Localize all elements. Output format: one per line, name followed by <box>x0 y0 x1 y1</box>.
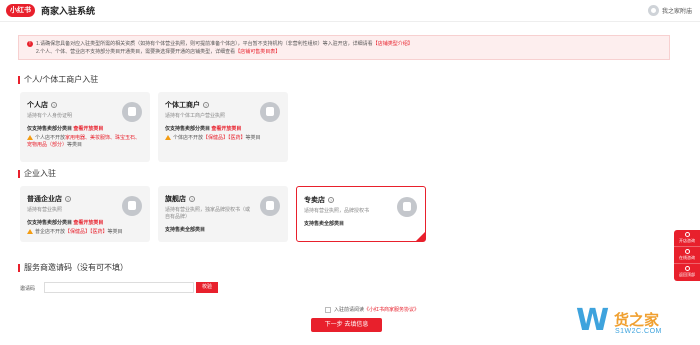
user-menu[interactable]: 我之家附庙 <box>647 5 692 16</box>
category-table-link[interactable]: 【店铺可售类目表】 <box>235 49 280 55</box>
warning-icon <box>27 135 33 141</box>
person-icon <box>260 102 280 122</box>
invite-code-input[interactable] <box>44 282 194 293</box>
sidebar-item-back-top[interactable]: 返回顶部 <box>674 264 700 281</box>
top-icon <box>684 266 690 271</box>
section-enterprise-title: 企业入驻 <box>18 168 56 179</box>
app-title: 商家入驻系统 <box>41 6 96 16</box>
sidebar-item-online-consult[interactable]: 在线咨询 <box>674 247 700 264</box>
notice-banner: ! 1.请确保您具备对应入驻类型所需的相关资质（如持有个体营业执照，则可提前准备个… <box>18 35 670 60</box>
building-icon <box>122 196 142 216</box>
support-icon <box>684 249 690 254</box>
card-regular-enterprise[interactable]: 普通企业店? 适持有营业执照 仅支持售卖部分类目 查看开放类目 普企店不开放【保… <box>20 186 150 242</box>
card-title: 个人店 <box>27 102 48 109</box>
app-logo[interactable]: 小红书 <box>6 4 35 17</box>
card-title: 普通企业店 <box>27 196 62 203</box>
verify-button[interactable]: 校验 <box>196 282 218 293</box>
warning-icon <box>165 135 171 141</box>
warning-icon <box>27 229 33 235</box>
open-categories-link[interactable]: 查看开放类目 <box>73 220 103 226</box>
person-icon <box>122 102 142 122</box>
user-label[interactable]: 我之家附庙 <box>662 6 692 15</box>
store-type-link[interactable]: 【店铺类型介绍】 <box>373 41 413 47</box>
top-bar: 小红书 商家入驻系统 我之家附庙 <box>0 0 700 22</box>
help-icon[interactable]: ? <box>51 102 57 108</box>
info-icon: ! <box>27 40 33 47</box>
card-note: 支持售卖全部类目 <box>304 221 345 227</box>
notice-line-2: 2.个人、个体、营业店不支持部分类目开通类目，需要换选择要开通的店铺类型，详细查… <box>36 49 281 55</box>
help-icon[interactable]: ? <box>328 197 334 203</box>
agreement-link[interactable]: 《小红书商家服务协议》 <box>364 306 419 313</box>
section-marker <box>18 263 20 272</box>
building-icon <box>260 196 280 216</box>
card-title: 专卖店 <box>304 197 325 204</box>
agreement-row: 入驻前请阅读 《小红书商家服务协议》 <box>325 306 419 313</box>
next-step-button[interactable]: 下一步 去填信息 <box>311 318 382 332</box>
section-marker <box>18 169 20 178</box>
section-marker <box>18 75 20 84</box>
card-flagship-store[interactable]: 旗舰店? 适持有营业执照，独家品牌授权书（或自有品牌） 支持售卖全部类目 <box>158 186 288 242</box>
building-icon <box>397 197 417 217</box>
floating-sidebar: 开店咨询 在线咨询 返回顶部 <box>674 230 700 281</box>
notice-line-1: ! 1.请确保您具备对应入驻类型所需的相关资质（如持有个体营业执照，则可提前准备个… <box>27 40 661 48</box>
help-icon[interactable]: ? <box>203 102 209 108</box>
section-personal-title: 个人/个体工商户入驻 <box>18 74 98 85</box>
invite-code-label: 邀请码 <box>20 286 36 292</box>
help-icon[interactable]: ? <box>189 196 195 202</box>
watermark-logo: W 货之家 S1W2C.COM <box>576 303 662 338</box>
open-categories-link[interactable]: 查看开放类目 <box>211 126 241 132</box>
selected-corner-icon <box>416 232 425 241</box>
card-title: 个体工商户 <box>165 102 200 109</box>
agreement-checkbox[interactable] <box>325 306 331 313</box>
help-icon[interactable]: ? <box>65 196 71 202</box>
sidebar-item-open-consult[interactable]: 开店咨询 <box>674 230 700 247</box>
card-desc: 适持有营业执照，独家品牌授权书（或自有品牌） <box>165 207 251 220</box>
card-personal-store[interactable]: 个人店? 适持有个人身份证明 仅支持售卖部分类目 查看开放类目 个人店不开放家用… <box>20 92 150 162</box>
card-individual-business[interactable]: 个体工商户? 适持有个体工商户营业执照 仅支持售卖部分类目 查看开放类目 个体店… <box>158 92 288 162</box>
section-invite-title: 服务商邀请码（没有可不填） <box>18 262 128 273</box>
avatar[interactable] <box>647 5 659 16</box>
card-note: 支持售卖全部类目 <box>165 227 206 233</box>
card-title: 旗舰店 <box>165 196 186 203</box>
card-specialty-store[interactable]: 专卖店? 适持有营业执照，品牌授权书 支持售卖全部类目 <box>296 186 426 242</box>
chat-icon <box>684 232 690 237</box>
open-categories-link[interactable]: 查看开放类目 <box>73 126 103 132</box>
